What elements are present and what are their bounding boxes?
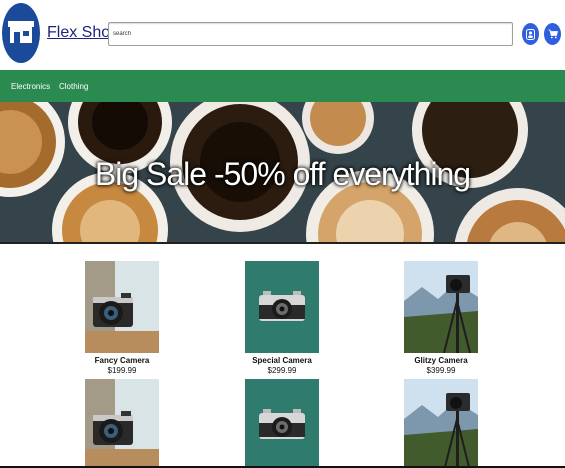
glitzy-camera-image[interactable] [404, 379, 478, 468]
sale-banner[interactable]: Big Sale -50% off everything [0, 102, 565, 243]
product-price: $299.99 [267, 366, 297, 375]
account-button[interactable] [522, 23, 539, 45]
product-card[interactable] [391, 379, 491, 468]
special-camera-image[interactable] [245, 261, 319, 353]
store-logo-icon[interactable] [2, 3, 40, 63]
product-grid: Fancy Camera $199.99 Special Camera $299… [0, 244, 565, 468]
nav-item-clothing[interactable]: Clothing [59, 82, 88, 91]
product-name[interactable]: Special Camera [232, 356, 332, 365]
site-header: Flex Shop [0, 0, 565, 70]
search-input[interactable] [108, 22, 513, 46]
fancy-camera-image[interactable] [85, 379, 159, 468]
product-price: $399.99 [426, 366, 456, 375]
product-name[interactable]: Fancy Camera [72, 356, 172, 365]
product-card[interactable]: Fancy Camera $199.99 [72, 261, 172, 375]
category-nav: Electronics Clothing [0, 70, 565, 102]
nav-item-electronics[interactable]: Electronics [11, 82, 50, 91]
product-name[interactable]: Glitzy Camera [391, 356, 491, 365]
glitzy-camera-image[interactable] [404, 261, 478, 353]
cart-button[interactable] [544, 23, 561, 45]
user-icon [526, 28, 535, 40]
product-card[interactable]: Special Camera $299.99 [232, 261, 332, 375]
product-card[interactable] [72, 379, 172, 468]
product-price: $199.99 [107, 366, 137, 375]
cart-icon [548, 29, 558, 39]
sale-banner-title: Big Sale -50% off everything [94, 156, 471, 192]
special-camera-image[interactable] [245, 379, 319, 468]
product-card[interactable] [232, 379, 332, 468]
fancy-camera-image[interactable] [85, 261, 159, 353]
product-card[interactable]: Glitzy Camera $399.99 [391, 261, 491, 375]
